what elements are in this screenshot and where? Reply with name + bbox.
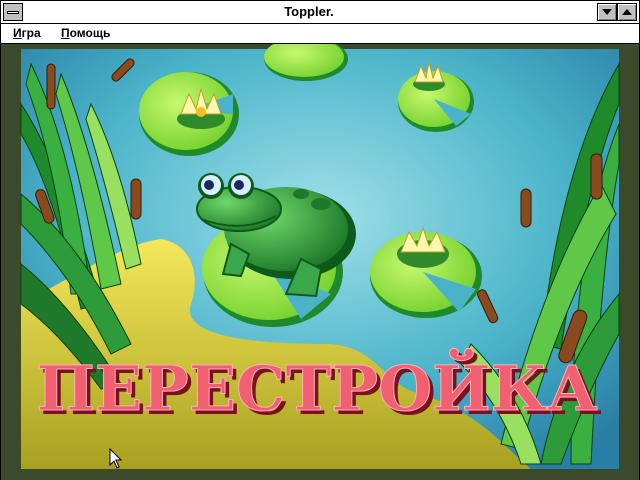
app-window: Toppler. Игра Помощь ПЕРЕСТРОЙКА ПЕРЕСТР… [0,0,640,480]
maximize-button[interactable] [617,3,637,21]
system-menu-icon [7,11,19,14]
menu-game[interactable]: Игра [9,25,45,42]
system-menu-button[interactable] [3,3,23,21]
mouse-pointer-icon [109,448,123,469]
menu-help-mnemonic: П [61,26,70,40]
triangle-up-icon [622,9,632,15]
minimize-button[interactable] [597,3,617,21]
title-bar[interactable]: Toppler. [1,1,639,24]
game-canvas[interactable]: ПЕРЕСТРОЙКА ПЕРЕСТРОЙКА [1,44,639,480]
menu-bar: Игра Помощь [1,24,639,44]
menu-help-label: омощь [69,26,111,40]
headline-text: ПЕРЕСТРОЙКА [36,348,597,425]
triangle-down-icon [602,9,612,15]
menu-game-label: гра [21,26,41,40]
window-title: Toppler. [284,4,334,19]
menu-game-mnemonic: И [13,26,22,40]
title-screen-image: ПЕРЕСТРОЙКА ПЕРЕСТРОЙКА [1,44,639,480]
menu-help[interactable]: Помощь [57,25,114,42]
